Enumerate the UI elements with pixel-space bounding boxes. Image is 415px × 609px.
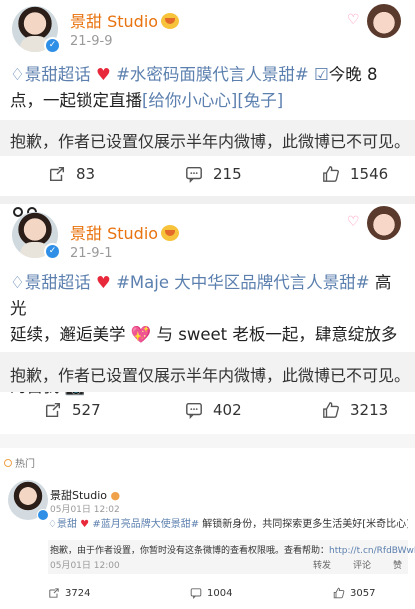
post-date: 05月01日 12:02 xyxy=(50,505,120,515)
comment-button[interactable]: 402 xyxy=(185,390,242,430)
repost-icon xyxy=(49,166,65,182)
diamond-icon: ♢ xyxy=(48,519,57,530)
sub-action-bar: 转发 评论 赞 xyxy=(313,558,402,571)
comment-button[interactable]: 1004 xyxy=(190,587,232,599)
repost-icon xyxy=(45,402,61,418)
decoration-icon: ♡ xyxy=(339,206,407,242)
post-date: 21-9-9 xyxy=(70,34,113,49)
super-topic-link[interactable]: ♢景甜超话 xyxy=(10,65,91,84)
hot-label: 热门 xyxy=(4,455,35,470)
repost-button[interactable]: 3724 xyxy=(48,587,90,599)
diamond-icon: ♢ xyxy=(10,65,25,84)
comment-icon xyxy=(186,402,202,419)
notice-box: 抱歉，作者已设置仅展示半年内微博，此微博已不可见。 xyxy=(0,352,415,392)
heart-emoji-icon: ♥ xyxy=(96,273,117,292)
separator xyxy=(0,196,415,204)
sub-comment-button[interactable]: 评论 xyxy=(353,558,371,571)
notice-date: 05月01日 12:00 xyxy=(50,561,120,571)
heart-icon: ♡ xyxy=(347,214,360,230)
thumbs-up-icon xyxy=(333,587,345,599)
hashtag-link[interactable]: #水密码面膜代言人景甜# xyxy=(116,65,309,84)
author-name[interactable]: 景甜Studio ● xyxy=(50,487,120,503)
post-content: ♢景甜 ♥ #蓝月亮品牌大使景甜# 解锁新身份，共同探索更多生活美好[米奇比心] xyxy=(48,519,408,530)
avatar[interactable]: ✓ xyxy=(10,2,61,54)
action-bar: 3724 1004 3057 xyxy=(0,584,415,604)
author-name[interactable]: 景甜 Studio xyxy=(70,8,180,32)
verified-icon: ✓ xyxy=(44,37,61,54)
help-link[interactable]: http://t.cn/RfdBWwP xyxy=(329,546,415,556)
action-bar: 83 215 1546 xyxy=(0,154,415,194)
notice-box: 抱歉，作者已设置仅展示半年内微博，此微博已不可见。 xyxy=(0,120,415,156)
notice-box: 抱歉，由于作者设置，你暂时没有这条微博的查看权限哦。查看帮助：http://t.… xyxy=(48,540,415,574)
heart-emoji-icon: ♥ xyxy=(96,65,117,84)
notice-text: 抱歉，作者已设置仅展示半年内微博，此微博已不可见。 xyxy=(10,132,411,151)
sparkling-heart-icon: 💖 xyxy=(130,325,152,344)
notice-text: 抱歉，作者已设置仅展示半年内微博，此微博已不可见。 xyxy=(10,366,411,385)
hot-icon xyxy=(4,458,12,467)
heart-emoji-icon: ♥ xyxy=(80,519,90,530)
hashtag-link[interactable]: #蓝月亮品牌大使景甜# xyxy=(92,519,199,530)
post-2: ✓ 景甜 Studio 21-9-1 ♡ ♢景甜超话 ♥ #Maje 大中华区品… xyxy=(0,204,415,434)
thumbs-up-icon xyxy=(323,402,339,418)
post-1: ✓ 景甜 Studio 21-9-9 ♡ ♢景甜超话 ♥ #水密码面膜代言人景甜… xyxy=(0,0,415,200)
comment-icon xyxy=(186,166,202,183)
crown-badge-icon xyxy=(161,13,180,29)
comment-icon xyxy=(190,588,202,599)
heart-icon: ♡ xyxy=(347,12,360,28)
diamond-icon: ♢ xyxy=(10,273,25,292)
crown-badge-icon: ● xyxy=(107,489,121,502)
avatar[interactable]: ✓ xyxy=(10,207,61,260)
separator xyxy=(0,434,415,448)
thumbs-up-icon xyxy=(323,166,339,182)
super-topic-link[interactable]: ♢景甜 xyxy=(48,519,77,530)
verified-icon: ✓ xyxy=(44,243,61,260)
post-date: 21-9-1 xyxy=(70,246,113,261)
decoration-icon: ♡ xyxy=(339,4,407,40)
sub-like-button[interactable]: 赞 xyxy=(393,558,402,571)
notice-text: 抱歉，由于作者设置，你暂时没有这条微博的查看权限哦。查看帮助：http://t.… xyxy=(50,543,415,556)
like-button[interactable]: 1546 xyxy=(322,154,388,194)
emoji-text: [给你小心心][兔子] xyxy=(142,91,284,110)
sub-repost-button[interactable]: 转发 xyxy=(313,558,331,571)
action-bar: 527 402 3213 xyxy=(0,390,415,430)
like-button[interactable]: 3057 xyxy=(333,587,375,599)
post-content: ♢景甜超话 ♥ #水密码面膜代言人景甜# ☑今晚 8 点，一起锁定直播[给你小心… xyxy=(10,65,378,110)
comment-button[interactable]: 215 xyxy=(185,154,242,194)
hashtag-link[interactable]: #Maje 大中华区品牌代言人景甜# xyxy=(116,273,369,292)
super-topic-link[interactable]: ♢景甜超话 xyxy=(10,273,91,292)
like-button[interactable]: 3213 xyxy=(322,390,388,430)
author-name[interactable]: 景甜 Studio xyxy=(70,220,180,244)
repost-button[interactable]: 83 xyxy=(48,154,95,194)
repost-button[interactable]: 527 xyxy=(44,390,101,430)
checkbox-emoji-icon: ☑ xyxy=(314,65,329,84)
repost-icon xyxy=(49,588,59,598)
crown-badge-icon xyxy=(161,225,180,241)
